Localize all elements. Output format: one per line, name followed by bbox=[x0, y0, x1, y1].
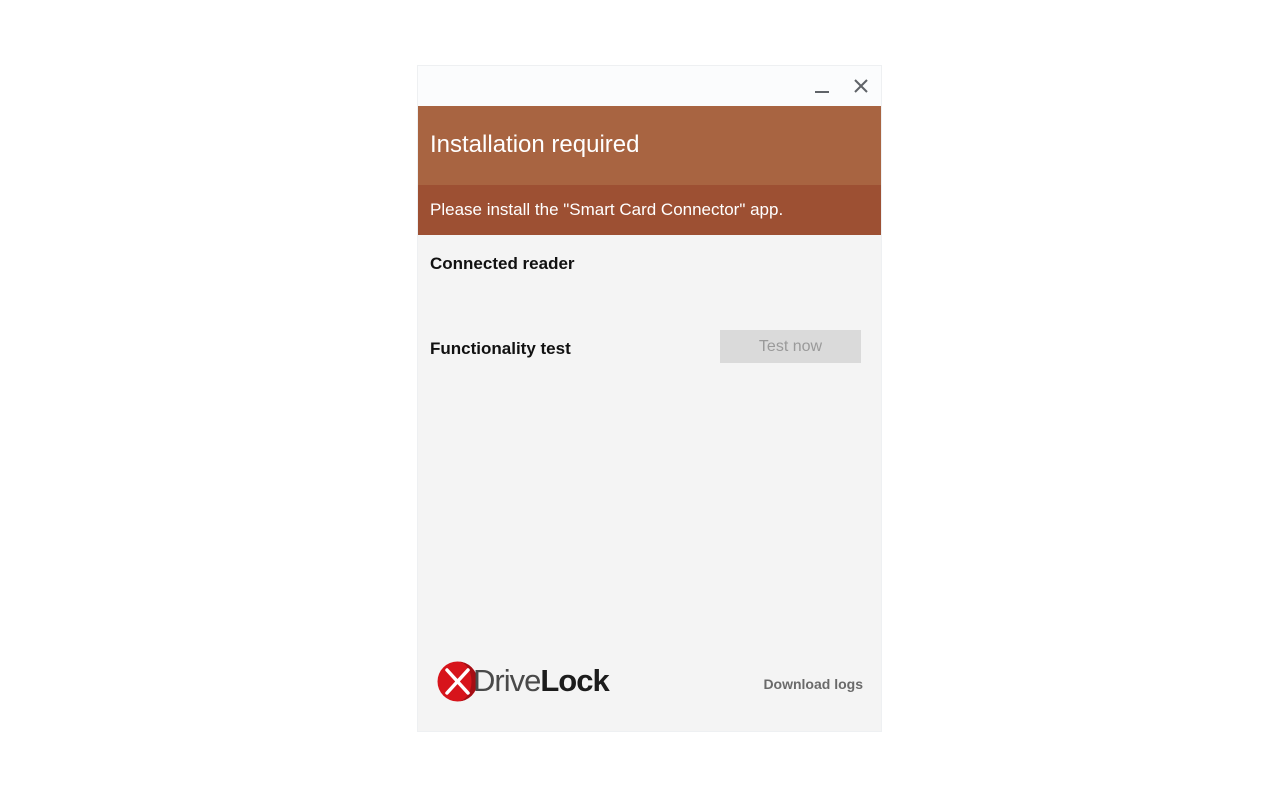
functionality-test-label: Functionality test bbox=[430, 339, 571, 358]
connected-reader-label: Connected reader bbox=[430, 254, 575, 273]
drivelock-logo: DriveLock bbox=[437, 661, 619, 705]
page-title: Installation required bbox=[430, 131, 640, 158]
app-window: Installation required Please install the… bbox=[418, 66, 881, 731]
drivelock-logo-mark-icon bbox=[437, 661, 478, 702]
minimize-icon bbox=[815, 91, 829, 93]
download-logs-link[interactable]: Download logs bbox=[753, 674, 863, 694]
logo-text-lock: Lock bbox=[540, 663, 609, 698]
title-bar bbox=[418, 66, 881, 106]
drivelock-logo-text: DriveLock bbox=[473, 662, 610, 700]
close-button[interactable] bbox=[847, 72, 875, 100]
minimize-button[interactable] bbox=[808, 72, 836, 100]
install-notice-text: Please install the "Smart Card Connector… bbox=[430, 200, 784, 219]
close-icon bbox=[854, 79, 868, 93]
install-notice: Please install the "Smart Card Connector… bbox=[418, 185, 881, 235]
logo-text-drive: Drive bbox=[473, 663, 541, 698]
header-banner: Installation required bbox=[418, 106, 881, 185]
test-now-button[interactable]: Test now bbox=[720, 330, 861, 363]
